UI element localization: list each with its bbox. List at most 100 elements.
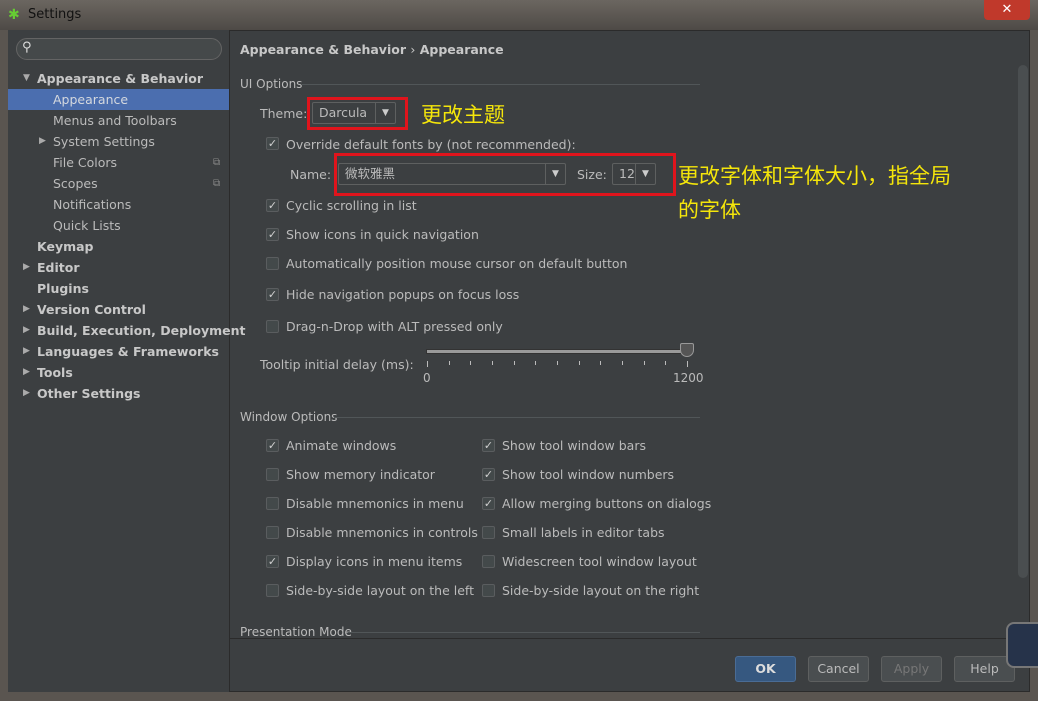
triangle-right-icon[interactable]: ▶ xyxy=(23,362,30,383)
sidebar-item-label: Languages & Frameworks xyxy=(37,344,219,359)
sidebar-item[interactable]: Menus and Toolbars xyxy=(8,110,229,131)
presentation-mode-header: Presentation Mode xyxy=(240,625,352,639)
slider-tick xyxy=(470,361,472,365)
sidebar-item[interactable]: Plugins xyxy=(8,278,229,299)
checkbox[interactable] xyxy=(266,526,279,539)
close-button[interactable]: ✕ xyxy=(984,0,1030,20)
cancel-button[interactable]: Cancel xyxy=(808,656,869,682)
checkbox-label: Side-by-side layout on the left xyxy=(286,583,475,598)
checkbox[interactable]: ✓ xyxy=(266,439,279,452)
sidebar-item-label: Tools xyxy=(37,365,73,380)
checkbox[interactable]: ✓ xyxy=(266,555,279,568)
checkbox[interactable]: ✓ xyxy=(266,228,279,241)
sidebar-item[interactable]: Appearance xyxy=(8,89,229,110)
checkbox[interactable] xyxy=(266,257,279,270)
checkbox-label: Small labels in editor tabs xyxy=(502,525,665,540)
sidebar-item-label: Scopes xyxy=(53,176,98,191)
triangle-right-icon[interactable]: ▶ xyxy=(23,383,30,404)
sidebar-item[interactable]: Build, Execution, Deployment ▶ xyxy=(8,320,245,341)
annotation-font-line2: 的字体 xyxy=(678,198,741,222)
sidebar-item-label: File Colors xyxy=(53,155,118,170)
slider-tick xyxy=(622,361,623,365)
sidebar-item[interactable]: Appearance & Behavior ▼ xyxy=(8,68,229,89)
checkbox[interactable] xyxy=(266,320,279,333)
annotation-box-font xyxy=(334,153,676,196)
checkbox-label: Widescreen tool window layout xyxy=(502,554,697,569)
triangle-down-icon[interactable]: ▼ xyxy=(23,68,30,89)
checkbox-label: Drag-n-Drop with ALT pressed only xyxy=(286,319,503,334)
triangle-right-icon[interactable]: ▶ xyxy=(23,341,30,362)
slider-thumb[interactable] xyxy=(680,343,694,357)
breadcrumb-separator: › xyxy=(410,42,416,57)
sidebar-item-label: Quick Lists xyxy=(53,218,121,233)
window-options-header: Window Options xyxy=(240,410,338,424)
checkbox[interactable]: ✓ xyxy=(266,199,279,212)
override-fonts-label: Override default fonts by (not recommend… xyxy=(286,137,576,152)
slider-tick xyxy=(557,361,558,365)
checkbox-label: Hide navigation popups on focus loss xyxy=(286,287,520,302)
sidebar-item[interactable]: Editor ▶ xyxy=(8,257,229,278)
checkbox[interactable] xyxy=(266,497,279,510)
apply-button[interactable]: Apply xyxy=(881,656,942,682)
sidebar-item[interactable]: Scopes ⧉ xyxy=(8,173,229,194)
triangle-right-icon[interactable]: ▶ xyxy=(23,257,30,278)
checkbox-label: Animate windows xyxy=(286,438,397,453)
sidebar-item[interactable]: Languages & Frameworks ▶ xyxy=(8,341,229,362)
checkbox[interactable] xyxy=(266,468,279,481)
override-fonts-checkbox[interactable]: ✓ xyxy=(266,137,279,150)
checkbox-label: Disable mnemonics in controls xyxy=(286,525,478,540)
triangle-right-icon[interactable]: ▶ xyxy=(39,131,46,152)
sidebar-item-label: System Settings xyxy=(53,134,155,149)
checkbox[interactable] xyxy=(482,584,495,597)
slider-tick xyxy=(492,361,493,365)
triangle-right-icon[interactable]: ▶ xyxy=(23,299,30,320)
scrollbar[interactable] xyxy=(1018,65,1028,578)
triangle-right-icon[interactable]: ▶ xyxy=(23,320,30,341)
font-name-label: Name: xyxy=(290,167,332,182)
checkbox-label: Allow merging buttons on dialogs xyxy=(502,496,712,511)
checkbox-label: Cyclic scrolling in list xyxy=(286,198,417,213)
checkbox[interactable] xyxy=(266,584,279,597)
sidebar-item[interactable]: Tools ▶ xyxy=(8,362,229,383)
checkbox[interactable] xyxy=(482,526,495,539)
tooltip-delay-label: Tooltip initial delay (ms): xyxy=(260,357,414,372)
checkbox-label: Show tool window bars xyxy=(502,438,646,453)
sidebar-item[interactable]: Keymap xyxy=(8,236,229,257)
button-bar-divider xyxy=(230,638,1030,639)
breadcrumb-parent[interactable]: Appearance & Behavior xyxy=(240,42,406,57)
checkbox[interactable]: ✓ xyxy=(266,288,279,301)
checkbox-label: Show tool window numbers xyxy=(502,467,675,482)
floating-widget[interactable] xyxy=(1006,622,1038,668)
checkbox[interactable] xyxy=(482,555,495,568)
sidebar-item-label: Other Settings xyxy=(37,386,141,401)
slider-tick xyxy=(448,361,450,365)
checkbox[interactable]: ✓ xyxy=(482,468,495,481)
sidebar-item[interactable]: Quick Lists xyxy=(8,215,229,236)
checkbox-label: Disable mnemonics in menu xyxy=(286,496,464,511)
ok-button[interactable]: OK xyxy=(735,656,796,682)
sidebar-item[interactable]: Other Settings ▶ xyxy=(8,383,229,404)
sidebar-item[interactable]: Notifications xyxy=(8,194,229,215)
divider xyxy=(348,632,700,633)
title-bar xyxy=(0,0,1038,30)
divider xyxy=(334,417,700,418)
checkbox[interactable]: ✓ xyxy=(482,439,495,452)
sidebar-item-label: Editor xyxy=(37,260,80,275)
project-scope-icon: ⧉ xyxy=(213,157,221,168)
checkbox-label: Automatically position mouse cursor on d… xyxy=(286,256,628,271)
project-scope-icon: ⧉ xyxy=(213,178,221,189)
sidebar-item[interactable]: System Settings ▶ xyxy=(8,131,229,152)
sidebar-item-label: Keymap xyxy=(37,239,94,254)
annotation-font-line1: 更改字体和字体大小，指全局 xyxy=(678,164,951,188)
sidebar-item[interactable]: Version Control ▶ xyxy=(8,299,229,320)
sidebar-item[interactable]: File Colors ⧉ xyxy=(8,152,229,173)
sidebar-item-label: Notifications xyxy=(53,197,132,212)
checkbox-label: Show memory indicator xyxy=(286,467,435,482)
slider-tick xyxy=(600,361,602,365)
slider-tick xyxy=(427,361,428,367)
checkbox[interactable]: ✓ xyxy=(482,497,495,510)
search-input[interactable]: ⚲ xyxy=(16,38,222,60)
tooltip-delay-slider[interactable] xyxy=(426,349,688,354)
sidebar-item-label: Appearance & Behavior xyxy=(37,71,203,86)
theme-label: Theme: xyxy=(260,106,308,121)
